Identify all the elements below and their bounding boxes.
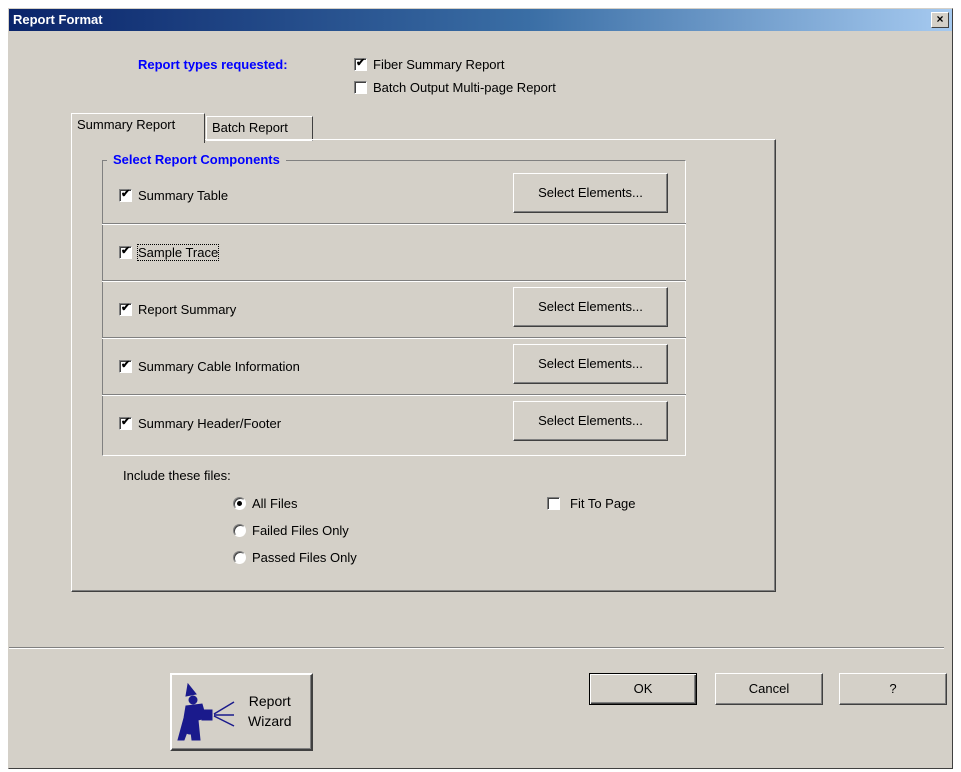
batch-output-label: Batch Output Multi-page Report: [373, 80, 556, 96]
passed-files-label: Passed Files Only: [252, 550, 357, 566]
checkbox-box: [354, 56, 367, 72]
report-format-dialog: Report Format × Report types requested: …: [8, 8, 953, 769]
tab-summary-report[interactable]: Summary Report: [71, 113, 205, 143]
components-title: Select Report Components: [107, 152, 286, 167]
cable-information-checkbox[interactable]: Summary Cable Information: [119, 358, 300, 374]
header-footer-select-elements-button[interactable]: Select Elements...: [513, 401, 668, 441]
component-row-cable-information: Summary Cable Information Select Element…: [102, 339, 686, 395]
summary-table-label: Summary Table: [138, 188, 229, 204]
checkbox-box: [119, 415, 132, 431]
summary-table-checkbox[interactable]: Summary Table: [119, 187, 228, 203]
checkbox-box: [354, 81, 367, 95]
radio-dot: [233, 551, 246, 565]
wizard-icon: [177, 682, 235, 741]
close-icon: ×: [936, 12, 944, 26]
radio-dot: [233, 524, 246, 538]
checkbox-box: [119, 301, 132, 317]
cable-information-label: Summary Cable Information: [138, 359, 300, 375]
sample-trace-label: Sample Trace: [136, 244, 220, 262]
radio-dot: [233, 497, 246, 511]
summary-table-select-elements-button[interactable]: Select Elements...: [513, 173, 668, 213]
cable-information-select-elements-button[interactable]: Select Elements...: [513, 344, 668, 384]
cancel-button[interactable]: Cancel: [715, 673, 823, 705]
report-summary-select-elements-button[interactable]: Select Elements...: [513, 287, 668, 327]
tab-batch-report-label: Batch Report: [212, 120, 288, 135]
separator: [9, 647, 944, 649]
title-bar: Report Format ×: [9, 9, 952, 31]
component-row-report-summary: Report Summary Select Elements...: [102, 282, 686, 338]
fiber-summary-label: Fiber Summary Report: [373, 57, 505, 73]
passed-files-radio[interactable]: Passed Files Only: [233, 549, 357, 565]
batch-output-checkbox[interactable]: Batch Output Multi-page Report: [354, 79, 556, 95]
report-types-label: Report types requested:: [138, 57, 288, 72]
fiber-summary-checkbox[interactable]: Fiber Summary Report: [354, 56, 504, 72]
wizard-line1: Report: [248, 693, 291, 709]
checkbox-box: [119, 187, 132, 203]
ok-button[interactable]: OK: [589, 673, 697, 705]
tab-panel: Select Report Components Summary Table S…: [71, 139, 776, 592]
failed-files-label: Failed Files Only: [252, 523, 349, 539]
wizard-line2: Wizard: [248, 713, 292, 729]
sample-trace-checkbox[interactable]: Sample Trace: [119, 244, 220, 262]
header-footer-label: Summary Header/Footer: [138, 416, 282, 432]
component-row-summary-table: Summary Table Select Elements...: [102, 168, 686, 224]
close-button[interactable]: ×: [931, 12, 949, 28]
report-summary-checkbox[interactable]: Report Summary: [119, 301, 236, 317]
tab-batch-report[interactable]: Batch Report: [206, 116, 313, 141]
include-files-label: Include these files:: [123, 468, 231, 483]
failed-files-radio[interactable]: Failed Files Only: [233, 522, 349, 538]
all-files-radio[interactable]: All Files: [233, 495, 298, 511]
report-wizard-button[interactable]: Report Wizard: [170, 673, 313, 751]
component-row-sample-trace: Sample Trace: [102, 225, 686, 281]
fit-to-page-label: Fit To Page: [570, 496, 636, 512]
fit-to-page-checkbox[interactable]: Fit To Page: [547, 495, 636, 511]
window-title: Report Format: [13, 12, 103, 27]
checkbox-box: [119, 244, 132, 260]
tab-summary-report-label: Summary Report: [77, 117, 176, 132]
header-footer-checkbox[interactable]: Summary Header/Footer: [119, 415, 281, 431]
report-wizard-text: Report Wizard: [248, 691, 292, 731]
checkbox-box: [119, 358, 132, 374]
help-button[interactable]: ?: [839, 673, 947, 705]
component-row-header-footer: Summary Header/Footer Select Elements...: [102, 396, 686, 452]
all-files-label: All Files: [252, 496, 298, 512]
report-summary-label: Report Summary: [138, 302, 237, 318]
checkbox-box: [547, 497, 560, 511]
